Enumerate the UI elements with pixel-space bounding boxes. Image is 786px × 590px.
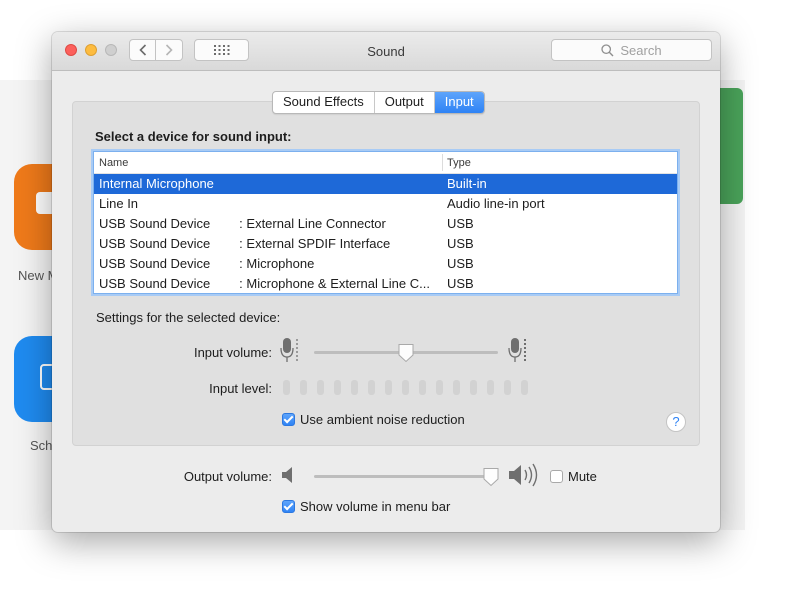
tab-bar: Sound Effects Output Input [272, 91, 485, 114]
device-row[interactable]: Line In Audio line-in port [94, 194, 677, 214]
input-level-segment [334, 380, 341, 395]
input-device-table[interactable]: Name Type Internal Microphone Built-in Lin… [93, 151, 678, 294]
device-name: Line In [99, 196, 139, 211]
background-app-label-schedule: Sch [30, 438, 53, 453]
device-name: Internal Microphone [99, 176, 214, 191]
show-volume-checkbox[interactable] [282, 500, 295, 513]
device-row[interactable]: USB Sound Device : External Line Connect… [94, 214, 677, 234]
input-level-segment [402, 380, 409, 395]
speaker-low-icon [282, 467, 292, 483]
column-header-type[interactable]: Type [447, 157, 471, 169]
column-header-name[interactable]: Name [99, 157, 128, 169]
output-volume-label: Output volume: [183, 469, 272, 484]
device-name: USB Sound Device : Microphone [99, 256, 315, 271]
device-row[interactable]: USB Sound Device : Microphone USB [94, 254, 677, 274]
ambient-noise-checkbox[interactable] [282, 413, 295, 426]
title-bar: Sound Search [52, 32, 720, 71]
device-type: USB [447, 256, 474, 271]
input-level-segment [300, 380, 307, 395]
tab-sound-effects[interactable]: Sound Effects [273, 92, 375, 113]
mute-label: Mute [568, 469, 597, 484]
input-volume-slider-thumb[interactable] [397, 343, 415, 363]
input-level-label: Input level: [209, 381, 272, 396]
input-level-segment [419, 380, 426, 395]
output-volume-slider-thumb[interactable] [482, 467, 500, 487]
device-name: USB Sound Device : External SPDIF Interf… [99, 236, 391, 251]
device-row[interactable]: USB Sound Device : External SPDIF Interf… [94, 234, 677, 254]
device-name: USB Sound Device : External Line Connect… [99, 216, 386, 231]
input-section-title: Select a device for sound input: [95, 129, 292, 144]
input-level-segment [436, 380, 443, 395]
device-row[interactable]: USB Sound Device : Microphone & External… [94, 274, 677, 294]
input-level-segment [317, 380, 324, 395]
search-placeholder: Search [620, 42, 662, 58]
input-level-segment [283, 380, 290, 395]
microphone-low-icon [280, 338, 298, 362]
input-level-segment [385, 380, 392, 395]
input-level-segment [487, 380, 494, 395]
input-volume-label: Input volume: [193, 345, 272, 360]
input-level-segment [504, 380, 511, 395]
settings-label: Settings for the selected device: [96, 310, 281, 325]
show-volume-label: Show volume in menu bar [300, 499, 451, 514]
input-level-segment [521, 380, 528, 395]
table-header: Name Type [94, 152, 677, 174]
device-type: USB [447, 236, 474, 251]
help-button[interactable]: ? [666, 412, 686, 432]
input-level-segment [368, 380, 375, 395]
sound-preferences-window: Sound Search Sound Effects Output Input … [52, 32, 720, 532]
tab-input[interactable]: Input [434, 92, 484, 113]
input-level-segment [351, 380, 358, 395]
device-row[interactable]: Internal Microphone Built-in [94, 174, 677, 194]
search-field[interactable]: Search [551, 39, 712, 61]
microphone-high-icon [508, 338, 526, 362]
input-level-segment [470, 380, 477, 395]
device-name: USB Sound Device : Microphone & External… [99, 276, 430, 291]
mute-checkbox[interactable] [550, 470, 563, 483]
device-type: USB [447, 216, 474, 231]
output-volume-track [314, 475, 498, 478]
device-type: USB [447, 276, 474, 291]
device-type: Audio line-in port [447, 196, 545, 211]
tab-output[interactable]: Output [375, 92, 435, 113]
search-icon [601, 43, 614, 56]
column-divider [442, 154, 443, 171]
speaker-high-icon [509, 463, 538, 487]
ambient-noise-label: Use ambient noise reduction [300, 412, 465, 427]
device-type: Built-in [447, 176, 487, 191]
input-level-segment [453, 380, 460, 395]
